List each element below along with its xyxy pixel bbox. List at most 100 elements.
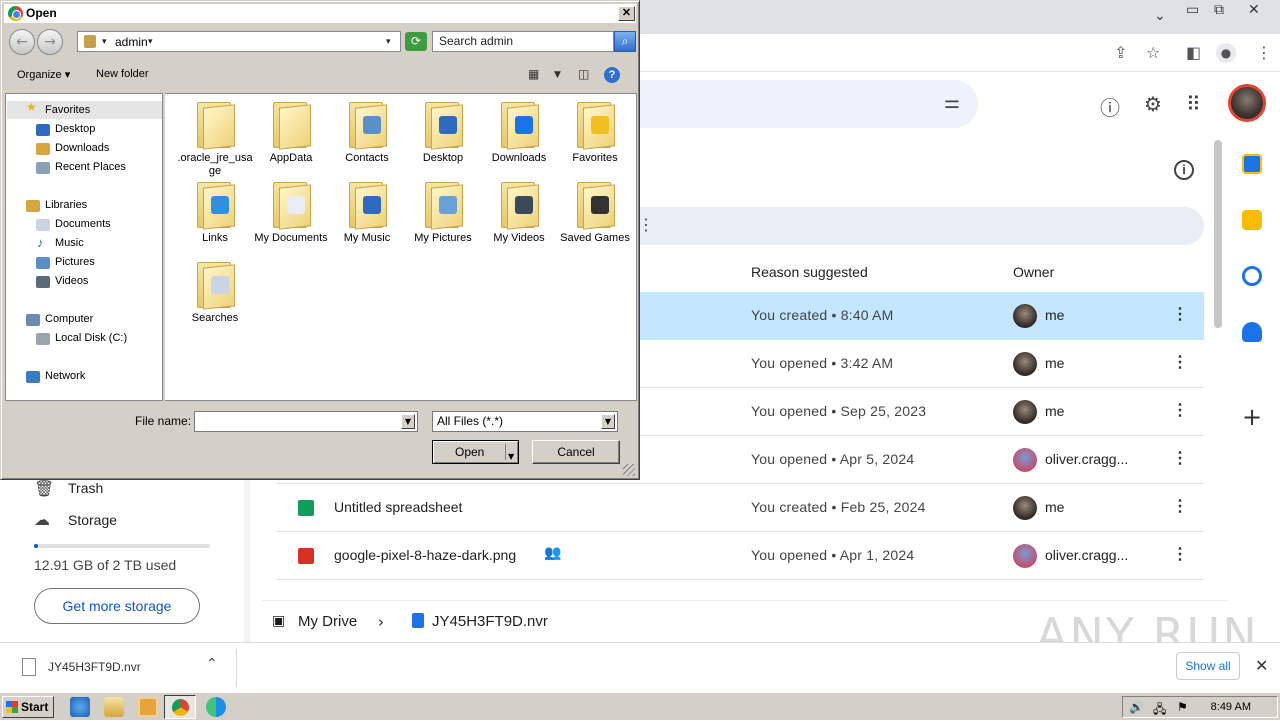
view-options-icon[interactable]: ▦: [528, 67, 539, 81]
folder-item[interactable]: Downloads: [481, 98, 557, 178]
search-input[interactable]: Search admin: [432, 31, 614, 52]
folder-item[interactable]: My Videos: [481, 178, 557, 258]
file-name-input[interactable]: ▼: [194, 411, 418, 432]
more-actions-icon[interactable]: ⋮: [1172, 544, 1188, 564]
breadcrumb-my-drive[interactable]: My Drive: [298, 613, 357, 630]
nav-desktop[interactable]: Desktop: [55, 123, 95, 135]
calendar-icon[interactable]: [1242, 154, 1262, 174]
table-row[interactable]: Untitled spreadsheet You created • Feb 25…: [276, 484, 1204, 532]
back-arrow-icon[interactable]: ←: [9, 29, 35, 55]
nav-music[interactable]: Music: [55, 237, 84, 249]
action-center-flag-icon[interactable]: ⚑: [1177, 700, 1188, 714]
contacts-icon[interactable]: [1242, 322, 1262, 342]
forward-arrow-icon[interactable]: →: [37, 29, 63, 55]
close-download-bar-icon[interactable]: ✕: [1255, 656, 1268, 675]
resize-grip[interactable]: [623, 464, 635, 476]
nav-documents[interactable]: Documents: [55, 218, 111, 230]
nav-recent-places[interactable]: Recent Places: [55, 161, 126, 173]
explorer-icon[interactable]: [104, 697, 124, 717]
nav-libraries[interactable]: Libraries: [45, 199, 87, 211]
table-row[interactable]: google-pixel-8-haze-dark.png 👥 You opened …: [276, 532, 1204, 580]
download-file-name[interactable]: JY45H3FT9D.nvr: [48, 660, 141, 674]
file-name-dropdown-icon[interactable]: ▼: [401, 414, 415, 429]
nav-trash[interactable]: Trash: [68, 480, 103, 496]
folder-item[interactable]: Contacts: [329, 98, 405, 178]
search-options-icon[interactable]: ⚌: [944, 92, 960, 113]
nav-pictures[interactable]: Pictures: [55, 256, 95, 268]
nav-network[interactable]: Network: [45, 370, 85, 382]
organize-menu[interactable]: Organize ▾: [17, 68, 70, 81]
path-breadcrumb[interactable]: ▾ admin ▾ ▾: [77, 31, 401, 52]
folder-item[interactable]: Searches: [177, 258, 253, 338]
nav-downloads[interactable]: Downloads: [55, 142, 109, 154]
breadcrumb-file[interactable]: JY45H3FT9D.nvr: [432, 613, 548, 630]
side-panel-icon[interactable]: ◧: [1186, 43, 1201, 62]
tasks-icon[interactable]: [1242, 266, 1262, 286]
folder-item[interactable]: My Music: [329, 178, 405, 258]
column-header-reason[interactable]: Reason suggested: [751, 264, 868, 280]
more-menu-icon[interactable]: ⋮: [1256, 43, 1272, 62]
get-more-storage-button[interactable]: Get more storage: [34, 588, 200, 624]
dialog-titlebar[interactable]: Open: [4, 4, 636, 23]
list-scrollbar[interactable]: [1214, 140, 1222, 328]
file-type-select[interactable]: All Files (*.*) ▼: [432, 411, 618, 432]
preview-pane-icon[interactable]: ◫: [578, 67, 589, 81]
chevron-up-icon[interactable]: ⌃: [206, 656, 218, 672]
nav-favorites[interactable]: Favorites: [45, 104, 90, 116]
open-button[interactable]: Open ▼: [432, 440, 519, 464]
nav-storage[interactable]: Storage: [68, 512, 117, 528]
file-type-dropdown-icon[interactable]: ▼: [601, 414, 615, 429]
more-actions-icon[interactable]: ⋮: [1172, 304, 1188, 324]
new-folder-button[interactable]: New folder: [96, 68, 149, 80]
settings-gear-icon[interactable]: ⚙: [1144, 92, 1162, 116]
folder-item[interactable]: Favorites: [557, 98, 633, 178]
profile-icon[interactable]: ●: [1216, 43, 1236, 63]
path-dropdown-icon[interactable]: ▾: [102, 37, 107, 47]
search-icon[interactable]: ⌕: [614, 31, 636, 52]
bookmark-star-icon[interactable]: ☆: [1146, 43, 1160, 62]
more-actions-icon[interactable]: ⋮: [1172, 496, 1188, 516]
edge-icon[interactable]: [206, 697, 226, 717]
ie-icon[interactable]: [70, 697, 90, 717]
keep-icon[interactable]: [1242, 210, 1262, 230]
minimize-icon[interactable]: ▭: [1186, 2, 1199, 18]
help-icon[interactable]: ⓘ: [1100, 92, 1120, 121]
share-icon[interactable]: ⇪: [1114, 43, 1127, 62]
refresh-icon[interactable]: ⟳: [405, 32, 427, 51]
add-addon-icon[interactable]: +: [1242, 405, 1262, 429]
help-icon[interactable]: ?: [604, 67, 620, 83]
media-player-icon[interactable]: [138, 697, 158, 717]
nav-computer[interactable]: Computer: [45, 313, 93, 325]
drive-search-bar[interactable]: ⚌: [600, 80, 978, 128]
start-button[interactable]: Start: [2, 696, 54, 718]
volume-icon[interactable]: 🔊: [1129, 700, 1144, 714]
folder-item[interactable]: Desktop: [405, 98, 481, 178]
show-all-button[interactable]: Show all: [1176, 652, 1240, 680]
folder-item[interactable]: My Documents: [253, 178, 329, 258]
path-segment-admin[interactable]: admin: [115, 35, 148, 49]
apps-grid-icon[interactable]: ⠿: [1186, 92, 1201, 116]
tab-search-icon[interactable]: ⌄: [1154, 8, 1166, 24]
account-avatar[interactable]: [1228, 84, 1266, 122]
folder-item[interactable]: AppData: [253, 98, 329, 178]
dialog-close-button[interactable]: ✕: [618, 6, 635, 21]
more-actions-icon[interactable]: ⋮: [1172, 400, 1188, 420]
cancel-button[interactable]: Cancel: [532, 440, 620, 464]
open-options-dropdown-icon[interactable]: ▼: [508, 446, 514, 468]
close-window-icon[interactable]: ✕: [1248, 2, 1260, 18]
taskbar-chrome-button[interactable]: [164, 695, 196, 719]
clock[interactable]: 8:49 AM: [1211, 701, 1251, 713]
more-actions-icon[interactable]: ⋮: [1172, 352, 1188, 372]
history-dropdown-icon[interactable]: ▾: [386, 37, 391, 47]
more-actions-icon[interactable]: ⋮: [1172, 448, 1188, 468]
restore-icon[interactable]: ⧉: [1214, 2, 1224, 18]
folder-item[interactable]: My Pictures: [405, 178, 481, 258]
folder-item[interactable]: .oracle_jre_usage: [177, 98, 253, 178]
segment-dropdown-icon[interactable]: ▾: [148, 37, 153, 47]
details-info-icon[interactable]: i: [1174, 160, 1194, 180]
column-header-owner[interactable]: Owner: [1013, 264, 1054, 280]
network-tray-icon[interactable]: 🖧: [1153, 700, 1166, 721]
folder-item[interactable]: Links: [177, 178, 253, 258]
nav-videos[interactable]: Videos: [55, 275, 88, 287]
view-dropdown-icon[interactable]: ▼: [554, 70, 561, 80]
